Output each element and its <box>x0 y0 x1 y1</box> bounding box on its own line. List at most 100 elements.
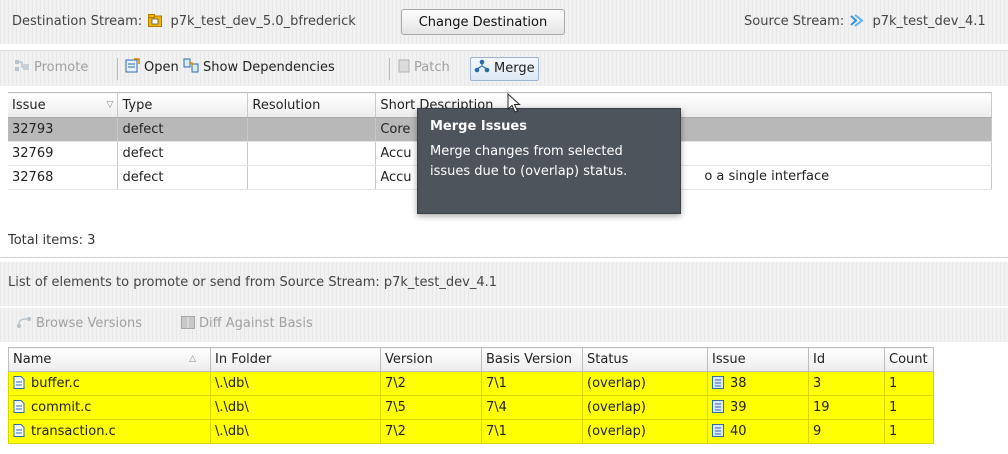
element-id: 19 <box>808 395 885 420</box>
element-id: 9 <box>808 419 885 444</box>
element-status: (overlap) <box>582 371 708 396</box>
issue-description-start: Accu <box>380 170 412 185</box>
elements-list-label: List of elements to promote or send from… <box>8 275 497 290</box>
issue-icon <box>712 424 724 437</box>
merge-button[interactable]: Merge <box>470 57 539 81</box>
diff-icon <box>181 316 195 329</box>
source-label-text: Source Stream: <box>744 14 845 29</box>
destination-label-text: Destination Stream: <box>12 14 143 29</box>
mouse-pointer-icon <box>507 93 521 113</box>
element-issue: 40 <box>730 424 747 439</box>
browse-versions-icon <box>17 317 31 328</box>
dependencies-icon <box>183 58 199 73</box>
tooltip-body: Merge changes from selected issues due t… <box>430 142 668 182</box>
destination-stream-name: p7k_test_dev_5.0_bfrederick <box>170 14 356 29</box>
browse-versions-button[interactable]: Browse Versions <box>16 316 142 331</box>
element-count: 1 <box>884 395 934 420</box>
element-folder: \.\db\ <box>210 371 381 396</box>
column-header-type[interactable]: Type <box>117 92 249 118</box>
element-name: commit.c <box>31 400 92 415</box>
element-version: 7\2 <box>380 371 482 396</box>
browse-versions-label: Browse Versions <box>36 316 143 331</box>
element-name: buffer.c <box>31 376 80 391</box>
element-row[interactable]: commit.c \.\db\ 7\5 7\4 (overlap) 39 19 … <box>8 395 934 420</box>
promote-icon <box>15 60 29 71</box>
issue-type: defect <box>117 117 249 142</box>
issue-description-tail: o a single interface <box>704 169 830 184</box>
issue-icon <box>712 400 724 413</box>
issue-number: 32768 <box>8 165 119 190</box>
issue-type: defect <box>117 141 249 166</box>
sort-ascending-icon: △ <box>189 354 196 364</box>
element-name-cell: commit.c <box>8 395 211 420</box>
column-header-count[interactable]: Count <box>884 347 934 372</box>
element-issue: 38 <box>730 376 747 391</box>
file-icon <box>13 424 25 437</box>
divider <box>0 257 1008 258</box>
elements-table: Name △ In Folder Version Basis Version St… <box>8 347 934 444</box>
element-status: (overlap) <box>582 395 708 420</box>
source-stream-label: Source Stream: p7k_test_dev_4.1 <box>744 14 986 29</box>
promote-label: Promote <box>34 60 89 75</box>
issue-resolution <box>247 165 377 190</box>
element-basis-version: 7\1 <box>481 371 583 396</box>
element-name: transaction.c <box>31 424 116 439</box>
element-row[interactable]: buffer.c \.\db\ 7\2 7\1 (overlap) 38 3 1 <box>8 371 934 396</box>
source-stream-name: p7k_test_dev_4.1 <box>872 14 986 29</box>
patch-icon <box>398 59 410 73</box>
open-button[interactable]: Open <box>125 57 179 81</box>
column-header-in-folder[interactable]: In Folder <box>210 347 381 372</box>
column-header-basis-version[interactable]: Basis Version <box>481 347 583 372</box>
element-basis-version: 7\1 <box>481 419 583 444</box>
column-header-issue[interactable]: Issue ▽ <box>8 92 119 118</box>
element-row[interactable]: transaction.c \.\db\ 7\2 7\1 (overlap) 4… <box>8 419 934 444</box>
column-header-label: Name <box>13 352 52 367</box>
column-header-name[interactable]: Name △ <box>8 347 211 372</box>
toolbar-divider <box>117 58 118 80</box>
tooltip-body-line: issues due to (overlap) status. <box>430 164 628 179</box>
stream-icon <box>850 14 864 27</box>
open-label: Open <box>144 60 179 75</box>
toolbar-divider <box>389 58 390 80</box>
issue-resolution <box>247 141 377 166</box>
destination-stream-label: Destination Stream: p7k_test_dev_5.0_bfr… <box>12 14 356 29</box>
issue-type: defect <box>117 165 249 190</box>
column-header-status[interactable]: Status <box>582 347 708 372</box>
merge-tooltip: Merge Issues Merge changes from selected… <box>417 108 681 214</box>
elements-toolbar <box>0 308 1008 342</box>
tooltip-title: Merge Issues <box>430 119 527 134</box>
total-items: Total items: 3 <box>8 233 96 248</box>
sort-descending-icon: ▽ <box>106 99 114 110</box>
column-header-id[interactable]: Id <box>808 347 885 372</box>
file-icon <box>13 400 25 413</box>
element-name-cell: buffer.c <box>8 371 211 396</box>
element-version: 7\2 <box>380 419 482 444</box>
patch-label: Patch <box>414 60 450 75</box>
element-name-cell: transaction.c <box>8 419 211 444</box>
column-header-version[interactable]: Version <box>380 347 482 372</box>
show-dependencies-label: Show Dependencies <box>203 60 335 75</box>
merge-label: Merge <box>494 61 535 76</box>
element-folder: \.\db\ <box>210 419 381 444</box>
dynamic-stream-icon <box>148 14 163 27</box>
elements-header-row: Name △ In Folder Version Basis Version St… <box>8 347 934 372</box>
column-header-issue[interactable]: Issue <box>707 347 809 372</box>
open-issue-icon <box>125 58 140 73</box>
element-count: 1 <box>884 371 934 396</box>
issue-icon <box>712 376 724 389</box>
column-header-label: Issue <box>12 97 46 113</box>
column-header-resolution[interactable]: Resolution <box>247 92 377 118</box>
diff-against-basis-button[interactable]: Diff Against Basis <box>181 316 313 331</box>
element-count: 1 <box>884 419 934 444</box>
issue-resolution <box>247 117 377 142</box>
diff-against-basis-label: Diff Against Basis <box>199 316 313 331</box>
merge-icon <box>474 59 490 73</box>
show-dependencies-button[interactable]: Show Dependencies <box>183 57 335 81</box>
file-icon <box>13 376 25 389</box>
patch-button[interactable]: Patch <box>398 57 450 81</box>
promote-button[interactable]: Promote <box>14 57 88 81</box>
element-issue-cell: 40 <box>707 419 809 444</box>
change-destination-button[interactable]: Change Destination <box>401 9 565 35</box>
element-status: (overlap) <box>582 419 708 444</box>
element-folder: \.\db\ <box>210 395 381 420</box>
